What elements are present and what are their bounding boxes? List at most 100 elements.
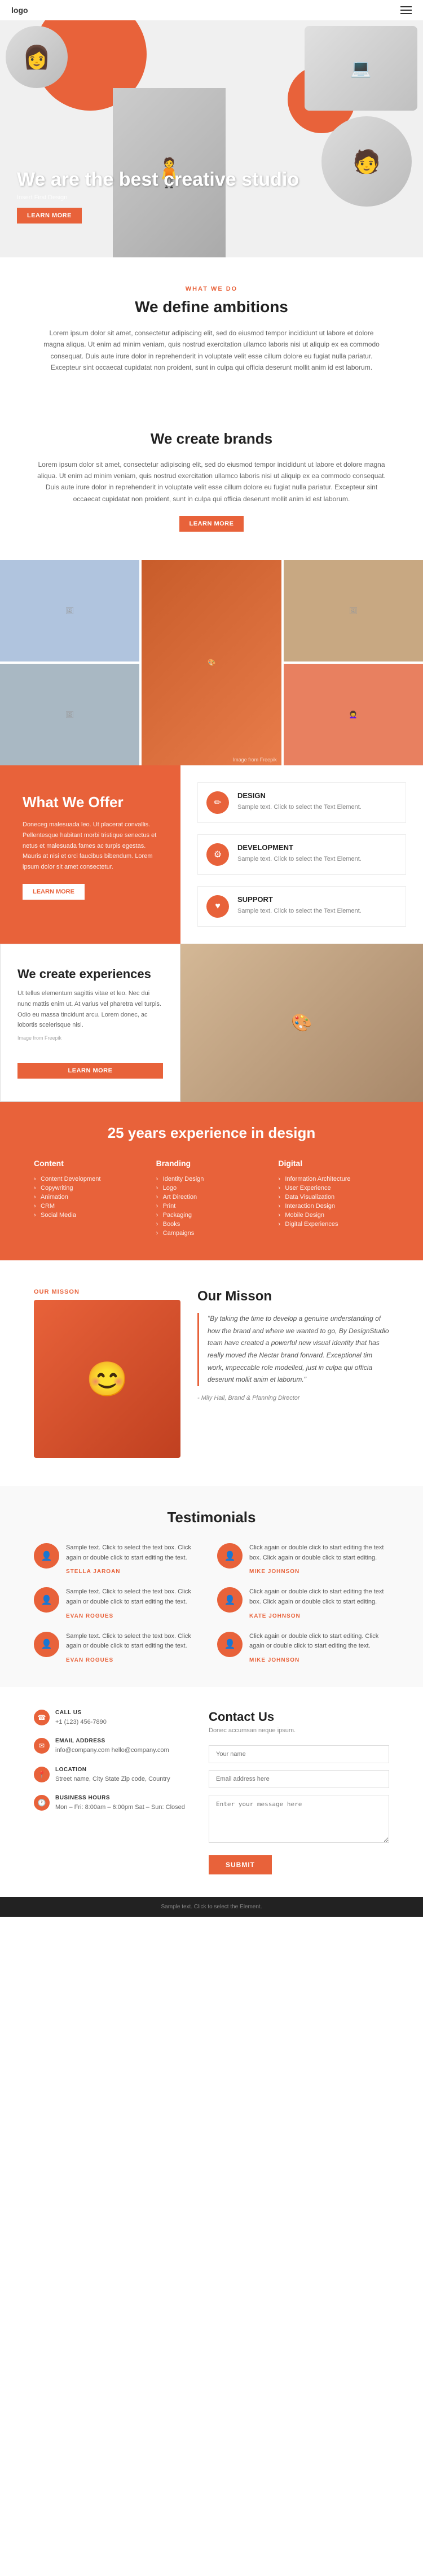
years-list-item: Copywriting [34, 1184, 145, 1193]
brands-cta-button[interactable]: LEARN MORE [179, 516, 244, 532]
email-field[interactable] [209, 1770, 389, 1788]
mission-image: 😊 [34, 1300, 180, 1458]
offer-design-content: DESIGN Sample text. Click to select the … [237, 791, 362, 812]
img-placeholder-2: 🎨 [142, 560, 281, 765]
location-icon: 📍 [34, 1767, 50, 1782]
testimonial-avatar-4: 👤 [217, 1587, 243, 1613]
laptop-placeholder: 💻 [305, 26, 417, 111]
brands-text: Lorem ipsum dolor sit amet, consectetur … [34, 459, 389, 505]
name-field[interactable] [209, 1745, 389, 1763]
support-icon: ♥ [206, 895, 229, 918]
brands-title: We create brands [34, 430, 389, 448]
testimonials-section: Testimonials 👤 Sample text. Click to sel… [0, 1486, 423, 1687]
img-placeholder-3: 🖼 [284, 560, 423, 661]
what-we-do-text: Lorem ipsum dolor sit amet, consectetur … [42, 327, 381, 374]
call-value: +1 (123) 456-7890 [55, 1718, 107, 1727]
testimonial-text-6: Click again or double click to start edi… [249, 1632, 389, 1651]
testimonial-name-6: MIKE JOHNSON [249, 1657, 299, 1663]
mission-title: Our Misson [197, 1289, 389, 1304]
offer-item-support: ♥ SUPPORT Sample text. Click to select t… [197, 886, 406, 927]
testimonial-avatar-1: 👤 [34, 1543, 59, 1569]
testimonial-avatar-3: 👤 [34, 1587, 59, 1613]
name-field-group [209, 1745, 389, 1763]
testimonial-text-1: Sample text. Click to select the text bo… [66, 1543, 206, 1563]
experiences-title: We create experiences [17, 967, 163, 982]
testimonial-text-2: Click again or double click to start edi… [249, 1543, 389, 1563]
contact-info-panel: ☎ CALL US +1 (123) 456-7890 ✉ EMAIL ADDR… [34, 1710, 192, 1874]
years-content-title: Content [34, 1159, 145, 1168]
testimonial-avatar-5: 👤 [34, 1632, 59, 1657]
hero-subtitle: Insert First Design [17, 194, 299, 201]
testimonial-text-5: Sample text. Click to select the text bo… [66, 1632, 206, 1651]
image-cell-3: 🖼 [284, 560, 423, 661]
offer-design-title: DESIGN [237, 791, 362, 800]
years-grid: Content Content Development Copywriting … [34, 1159, 389, 1238]
hero-cta-button[interactable]: LEARN MORE [17, 208, 82, 224]
hamburger-line [400, 13, 412, 14]
contact-hours-content: BUSINESS HOURS Mon – Fri: 8:00am – 6:00p… [55, 1795, 185, 1812]
mission-label: Our Misson [34, 1289, 180, 1295]
years-list-item: Digital Experiences [278, 1220, 389, 1229]
hero-title: We are the best creative studio [17, 169, 299, 191]
contact-call: ☎ CALL US +1 (123) 456-7890 [34, 1710, 192, 1727]
man-placeholder: 🧑 [321, 116, 412, 207]
offer-right-panel: ✏ DESIGN Sample text. Click to select th… [180, 765, 423, 944]
testimonial-content-4: Click again or double click to start edi… [249, 1587, 389, 1620]
hamburger-menu[interactable] [400, 6, 412, 14]
years-list-item: Print [156, 1202, 267, 1211]
years-list-item: Art Direction [156, 1193, 267, 1202]
years-list-item: User Experience [278, 1184, 389, 1193]
section-label-what-we-do: WHAT WE DO [34, 286, 389, 292]
logo: logo [11, 6, 28, 15]
hero-content: We are the best creative studio Insert F… [17, 169, 299, 224]
location-label: LOCATION [55, 1767, 170, 1773]
design-icon: ✏ [206, 791, 229, 814]
testimonials-title: Testimonials [34, 1509, 389, 1526]
contact-form-subtitle: Donec accumsan neque ipsum. [209, 1727, 389, 1734]
years-digital-list: Information Architecture User Experience… [278, 1175, 389, 1229]
hero-portrait-woman: 👩 [6, 26, 68, 88]
header: logo [0, 0, 423, 20]
mission-quote: "By taking the time to develop a genuine… [197, 1313, 389, 1386]
message-field[interactable] [209, 1795, 389, 1843]
offer-left-panel: What We Offer Doneceg malesuada leo. Ut … [0, 765, 180, 944]
offer-item-design: ✏ DESIGN Sample text. Click to select th… [197, 782, 406, 823]
testimonial-text-4: Click again or double click to start edi… [249, 1587, 389, 1607]
testimonial-item-6: 👤 Click again or double click to start e… [217, 1632, 389, 1664]
submit-button[interactable]: SUBMIT [209, 1855, 272, 1874]
contact-call-content: CALL US +1 (123) 456-7890 [55, 1710, 107, 1727]
years-content-list: Content Development Copywriting Animatio… [34, 1175, 145, 1220]
years-title: 25 years experience in design [34, 1124, 389, 1142]
offer-cta-button[interactable]: LEARN MORE [23, 884, 85, 900]
contact-form-title: Contact Us [209, 1710, 389, 1724]
years-col-content: Content Content Development Copywriting … [34, 1159, 145, 1238]
years-list-item: Campaigns [156, 1229, 267, 1238]
experiences-section: We create experiences Ut tellus elementu… [0, 944, 423, 1102]
offer-support-text: Sample text. Click to select the Text El… [237, 906, 362, 916]
experiences-cta-button[interactable]: LEARN MORE [17, 1063, 163, 1079]
hours-icon: 🕐 [34, 1795, 50, 1811]
img-placeholder-1: 🖼 [0, 560, 139, 661]
testimonial-item-1: 👤 Sample text. Click to select the text … [34, 1543, 206, 1576]
testimonial-item-2: 👤 Click again or double click to start e… [217, 1543, 389, 1576]
portrait-placeholder: 👩 [6, 26, 68, 88]
image-cell-4: 🖼 [0, 664, 139, 765]
image-grid: 🖼 🎨 Image from Freepik 🖼 🖼 👩‍🦱 [0, 560, 423, 765]
offer-title: What We Offer [23, 794, 158, 811]
years-col-digital: Digital Information Architecture User Ex… [278, 1159, 389, 1238]
message-field-group [209, 1795, 389, 1846]
footer: Sample text. Click to select the Element… [0, 1897, 423, 1917]
offer-support-content: SUPPORT Sample text. Click to select the… [237, 895, 362, 916]
years-list-item: Content Development [34, 1175, 145, 1184]
offer-text: Doneceg malesuada leo. Ut placerat conva… [23, 820, 158, 872]
years-list-item: CRM [34, 1202, 145, 1211]
email-icon: ✉ [34, 1738, 50, 1754]
what-we-do-title: We define ambitions [34, 298, 389, 316]
years-list-item: Mobile Design [278, 1211, 389, 1220]
testimonial-content-2: Click again or double click to start edi… [249, 1543, 389, 1576]
hero-portrait-man: 🧑 [321, 116, 412, 207]
testimonial-item-4: 👤 Click again or double click to start e… [217, 1587, 389, 1620]
mission-section: Our Misson 😊 Our Misson "By taking the t… [0, 1260, 423, 1486]
years-col-branding: Branding Identity Design Logo Art Direct… [156, 1159, 267, 1238]
call-icon: ☎ [34, 1710, 50, 1725]
